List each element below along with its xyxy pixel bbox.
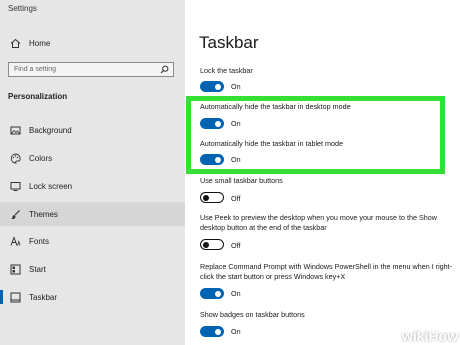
sidebar-item-label: Taskbar: [29, 292, 58, 302]
image-icon: [9, 124, 21, 136]
toggle-knob: [215, 328, 221, 335]
setting-label: Lock the taskbar: [200, 66, 253, 75]
home-icon: [9, 37, 21, 49]
section-title: Personalization: [8, 92, 68, 101]
monitor-icon: [9, 180, 21, 192]
toggle-knob: [215, 83, 221, 90]
brush-icon: [9, 208, 21, 220]
lock-taskbar-toggle[interactable]: [200, 81, 224, 92]
toggle-state: Off: [231, 241, 241, 250]
palette-icon: [9, 152, 21, 164]
watermark-wiki: wiki: [401, 328, 429, 344]
wikihow-watermark: wikiHow: [402, 328, 458, 344]
start-icon: [9, 263, 21, 275]
sidebar-item-label: Themes: [29, 209, 58, 219]
setting-label: Use Peek to preview the desktop when you…: [200, 213, 437, 232]
sidebar-item-label: Home: [29, 38, 51, 48]
sidebar-item-colors[interactable]: Colors: [0, 147, 185, 169]
sidebar-item-label: Lock screen: [29, 181, 73, 191]
sidebar-item-taskbar[interactable]: Taskbar: [0, 286, 185, 308]
sidebar-item-themes[interactable]: Themes: [0, 202, 185, 226]
sidebar-item-fonts[interactable]: Fonts: [0, 230, 185, 252]
font-icon: [9, 235, 21, 247]
sidebar: Settings Home Find a setting Personaliza…: [0, 0, 185, 345]
app-title: Settings: [8, 4, 37, 13]
active-indicator: [0, 290, 3, 304]
sidebar-item-background[interactable]: Background: [0, 119, 185, 141]
sidebar-item-lock-screen[interactable]: Lock screen: [0, 175, 185, 197]
sidebar-item-label: Fonts: [29, 236, 50, 246]
page-title: Taskbar: [199, 33, 259, 52]
sidebar-item-label: Colors: [29, 153, 53, 163]
toggle-knob: [203, 241, 209, 248]
powershell-toggle[interactable]: [200, 288, 224, 299]
badges-toggle[interactable]: [200, 326, 224, 337]
toggle-knob: [203, 194, 209, 201]
sidebar-item-label: Start: [29, 264, 46, 274]
toggle-state: Off: [231, 194, 241, 203]
watermark-how: How: [428, 328, 458, 344]
taskbar-icon: [9, 291, 21, 303]
toggle-state: On: [231, 327, 241, 336]
small-buttons-toggle[interactable]: [200, 192, 224, 203]
search-input[interactable]: Find a setting: [8, 62, 174, 77]
setting-label: Replace Command Prompt with Windows Powe…: [200, 262, 453, 281]
search-icon[interactable]: [160, 65, 169, 76]
search-placeholder: Find a setting: [14, 66, 57, 73]
sidebar-item-start[interactable]: Start: [0, 258, 185, 280]
sidebar-item-label: Background: [29, 125, 72, 135]
sidebar-item-home[interactable]: Home: [0, 32, 185, 54]
setting-label: Show badges on taskbar buttons: [200, 310, 305, 319]
peek-toggle[interactable]: [200, 239, 224, 250]
toggle-state: On: [231, 289, 241, 298]
toggle-knob: [215, 290, 221, 297]
setting-label: Use small taskbar buttons: [200, 176, 283, 185]
toggle-state: On: [231, 82, 241, 91]
highlight-box: [186, 96, 445, 174]
